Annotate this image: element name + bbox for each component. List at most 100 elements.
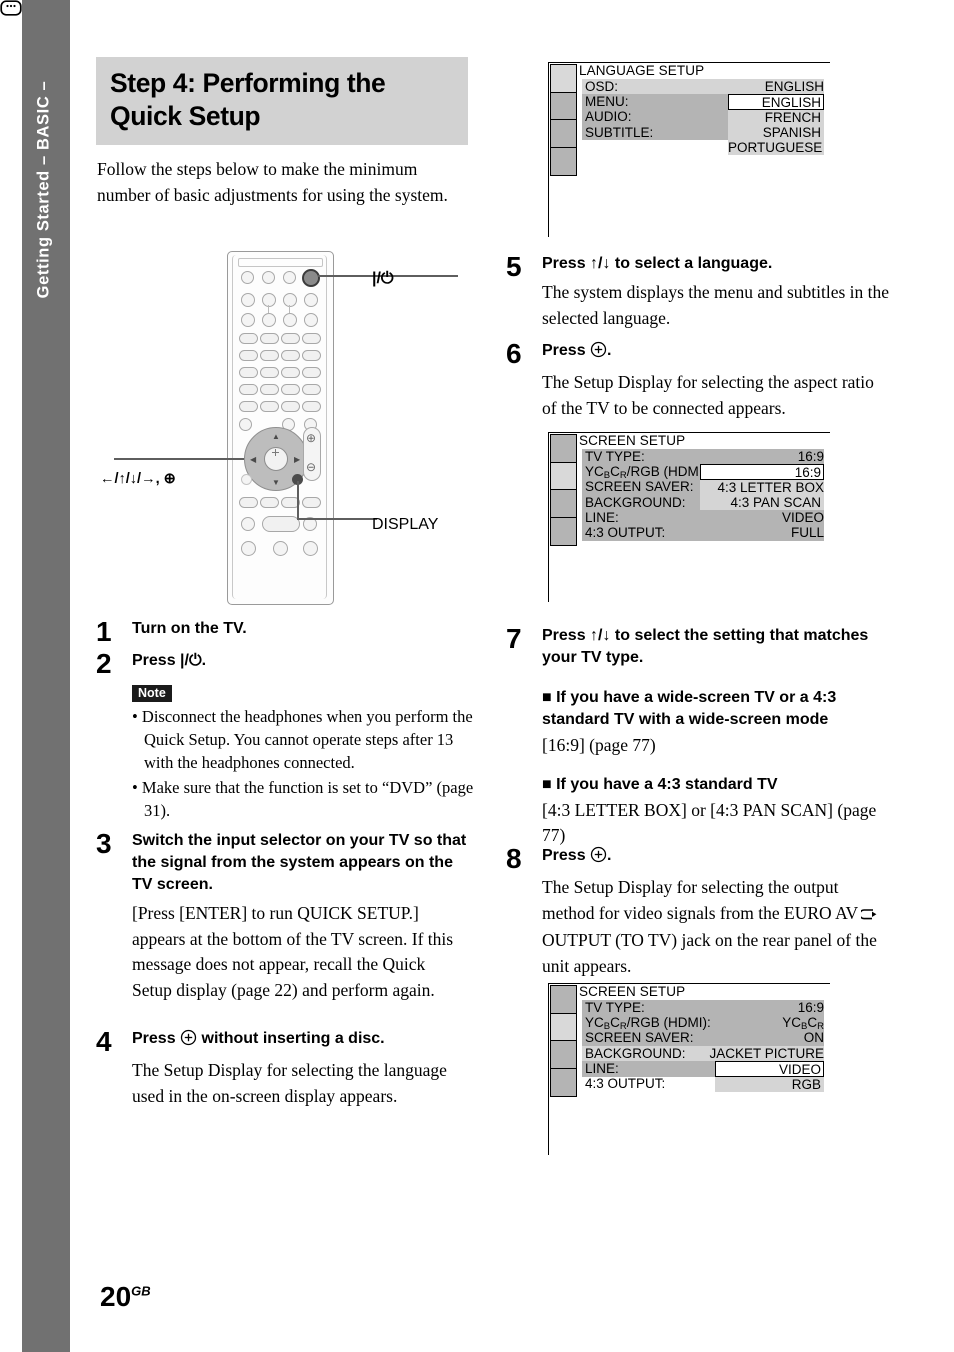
osd-dropdown-option[interactable]: 4:3 PAN SCAN <box>700 495 821 510</box>
remote-button <box>281 384 300 395</box>
remote-button <box>302 350 321 361</box>
osd-row[interactable]: SCREEN SAVER: ON <box>585 1030 824 1045</box>
osd-tab[interactable] <box>550 1040 577 1069</box>
remote-button <box>304 293 318 307</box>
step-title-part-a: Press <box>542 342 586 359</box>
remote-button <box>241 541 256 556</box>
osd-row[interactable]: TV TYPE: 16:9 <box>585 1000 824 1015</box>
step-title-part-b: . <box>607 342 612 359</box>
osd-row[interactable]: LINE: VIDEO <box>585 510 824 525</box>
osd-tab[interactable] <box>550 489 577 518</box>
remote-button <box>283 271 296 284</box>
osd-tab[interactable] <box>550 146 577 176</box>
page-title-line2: Quick Setup <box>110 101 261 131</box>
osd-tab[interactable] <box>550 119 577 148</box>
osd-dropdown-option[interactable]: FRENCH <box>728 110 821 125</box>
osd-tab[interactable] <box>550 516 577 546</box>
remote-button <box>260 384 279 395</box>
osd-row-value: JACKET PICTURE <box>709 1045 824 1061</box>
osd-dropdown-option[interactable]: 4:3 LETTER BOX <box>700 480 824 495</box>
step-text: The Setup Display for selecting the aspe… <box>542 372 874 418</box>
step-number: 8 <box>506 843 522 874</box>
remote-divider <box>289 305 291 313</box>
remote-button <box>260 367 279 378</box>
intro-paragraph: Follow the steps below to make the minim… <box>97 159 448 205</box>
remote-control-figure: ▲ ▼ ◀ ▶ ⊕ ⊖ <box>96 245 476 610</box>
remote-button <box>260 350 279 361</box>
osd-dropdown-option[interactable]: 16:9 <box>700 465 821 480</box>
note-item: Disconnect the headphones when you perfo… <box>132 705 476 774</box>
osd-row[interactable]: BACKGROUND: JACKET PICTURE <box>585 1046 824 1061</box>
osd-row[interactable]: YCBCR/RGB (HDMI): YCBCR <box>585 1015 824 1032</box>
remote-button <box>302 497 321 508</box>
step-number: 4 <box>96 1026 112 1057</box>
remote-button <box>241 271 254 284</box>
remote-power-button <box>302 269 320 287</box>
remote-button <box>302 401 321 412</box>
osd-row-label: LINE: <box>585 509 619 525</box>
osd-dropdown-option[interactable]: RGB <box>715 1077 821 1092</box>
step-text-part-b: OUTPUT (TO TV) jack on the rear panel of… <box>542 930 877 976</box>
page-number-value: 20 <box>100 1281 132 1312</box>
remote-stop-button <box>303 541 318 556</box>
osd-dropdown-option[interactable]: ENGLISH <box>728 95 821 110</box>
osd-row[interactable]: OSD: ENGLISH <box>585 79 824 94</box>
remote-button <box>281 367 300 378</box>
volume-minus-icon: ⊖ <box>306 460 317 474</box>
osd-row[interactable]: TV TYPE: 16:9 <box>585 449 824 464</box>
osd-tab[interactable] <box>550 64 577 93</box>
remote-button <box>239 497 258 508</box>
step-text: The Setup Display for selecting the lang… <box>132 1060 447 1106</box>
av-output-icon <box>859 903 880 929</box>
remote-button <box>260 497 279 508</box>
osd-dropdown-option[interactable]: VIDEO <box>715 1062 821 1077</box>
volume-plus-icon: ⊕ <box>306 431 317 445</box>
step-title: Press . <box>542 845 892 870</box>
osd-tab[interactable] <box>550 434 577 463</box>
osd-row-label: TV TYPE: <box>585 1000 645 1015</box>
step-title: Switch the input selector on your TV so … <box>132 832 467 893</box>
osd-row[interactable]: 4:3 OUTPUT: FULL <box>585 525 824 540</box>
osd-tab[interactable] <box>550 985 577 1014</box>
remote-power-label: |/⏻ <box>372 270 394 287</box>
remote-button <box>262 271 275 284</box>
step-number: 5 <box>506 251 522 282</box>
note-list: Disconnect the headphones when you perfo… <box>132 705 476 822</box>
remote-button <box>281 333 300 344</box>
page-title: Step 4: Performing the Quick Setup <box>96 57 468 133</box>
osd-row-value: 16:9 <box>797 1000 824 1015</box>
osd-row-label: SCREEN SAVER: <box>585 1030 694 1046</box>
remote-button <box>239 367 258 378</box>
osd-row-label: SUBTITLE: <box>585 124 654 140</box>
step-title: Turn on the TV. <box>132 620 247 637</box>
manual-page: Getting Started – BASIC – Step 4: Perfor… <box>0 0 954 1352</box>
step-text: The Setup Display for selecting the outp… <box>542 875 892 979</box>
step-subhead-1: If you have a wide-screen TV or a 4:3 st… <box>542 687 892 731</box>
step-text-part-a: The Setup Display for selecting the outp… <box>542 877 859 923</box>
osd-tab[interactable] <box>550 1067 577 1097</box>
osd-dropdown-option[interactable]: SPANISH <box>728 125 821 140</box>
osd-row-label: 4:3 OUTPUT: <box>585 1075 666 1091</box>
remote-button <box>241 313 255 327</box>
osd-title: LANGUAGE SETUP <box>579 63 705 78</box>
page-title-banner: Step 4: Performing the Quick Setup <box>96 57 468 145</box>
step-number: 7 <box>506 623 522 654</box>
enter-button-icon <box>180 1029 197 1053</box>
remote-button <box>241 517 255 531</box>
remote-button <box>239 401 258 412</box>
osd-tab[interactable] <box>550 91 577 121</box>
step-title-part-b: . <box>607 847 612 864</box>
osd-dropdown-option[interactable]: PORTUGUESE <box>728 140 822 155</box>
step-title: Press without inserting a disc. <box>132 1028 468 1053</box>
osd-tab[interactable] <box>550 461 577 491</box>
remote-button <box>239 418 252 431</box>
dpad-left-icon: ◀ <box>250 455 257 464</box>
step-text: The system displays the menu and subtitl… <box>542 282 890 328</box>
note-badge: Note <box>132 685 172 702</box>
osd-row-label: BACKGROUND: <box>585 494 686 510</box>
step-title: Press |/⏻. <box>132 652 207 669</box>
osd-row-value: FULL <box>790 524 824 540</box>
osd-tab[interactable] <box>550 1012 577 1042</box>
enter-button-icon <box>590 341 607 365</box>
enter-cross-v <box>275 449 277 456</box>
